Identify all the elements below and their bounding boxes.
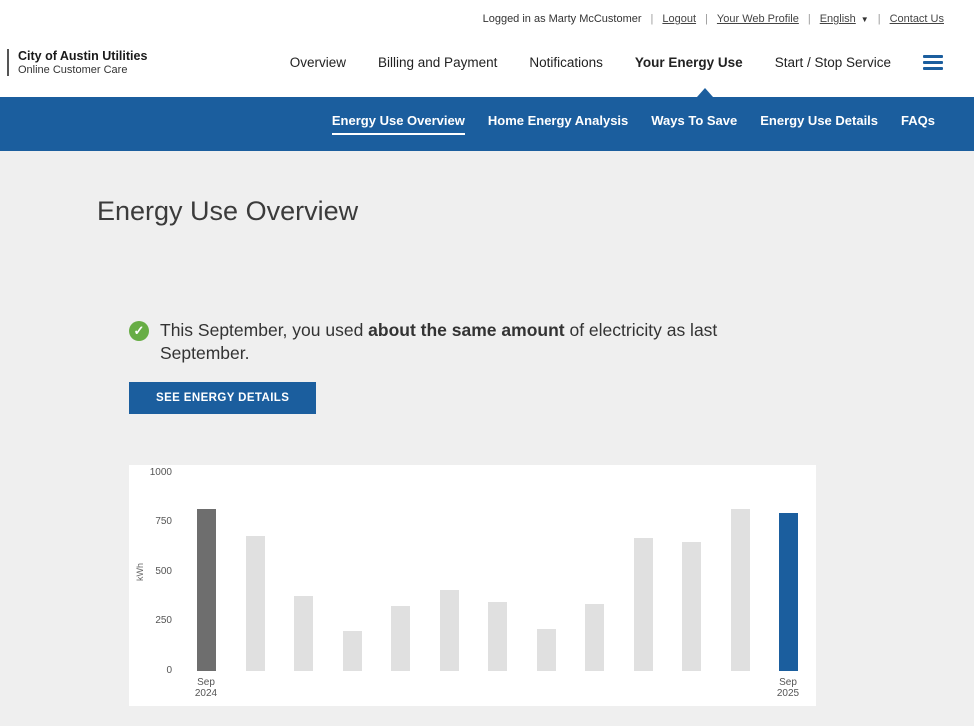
logo[interactable]: City of Austin Utilities Online Customer… — [7, 49, 147, 76]
x-axis-label-last: Sep 2025 — [762, 677, 814, 700]
chart-bar-mar-2025 — [488, 602, 507, 671]
nav-your-energy-use[interactable]: Your Energy Use — [635, 55, 743, 70]
subnav-energy-use-details[interactable]: Energy Use Details — [760, 113, 878, 135]
chart-bar-apr-2025 — [537, 629, 556, 671]
page: Logged in as Marty McCustomer | Logout |… — [0, 0, 974, 726]
y-axis-tick: 0 — [129, 665, 172, 676]
menu-icon[interactable] — [923, 55, 943, 70]
logo-subtitle: Online Customer Care — [18, 64, 147, 76]
nav-overview[interactable]: Overview — [290, 55, 346, 70]
separator: | — [878, 13, 881, 25]
nav-billing-and-payment[interactable]: Billing and Payment — [378, 55, 497, 70]
y-axis-tick: 250 — [129, 615, 172, 626]
usage-summary-text: This September, you used about the same … — [160, 319, 774, 365]
separator: | — [651, 13, 654, 25]
chart-bar-dec-2024 — [343, 631, 362, 671]
separator: | — [808, 13, 811, 25]
web-profile-link[interactable]: Your Web Profile — [717, 13, 799, 25]
energy-use-subnav: Energy Use Overview Home Energy Analysis… — [0, 97, 974, 151]
y-axis-tick: 1000 — [129, 467, 172, 478]
logged-in-text: Logged in as Marty McCustomer — [483, 13, 642, 25]
logout-link[interactable]: Logout — [662, 13, 696, 25]
usage-summary-highlight: about the same amount — [368, 320, 564, 340]
language-selector[interactable]: English ▼ — [820, 13, 869, 25]
subnav-energy-use-overview[interactable]: Energy Use Overview — [332, 113, 465, 135]
language-link[interactable]: English — [820, 13, 856, 25]
chart-bar-sep-2024 — [197, 509, 216, 671]
separator: | — [705, 13, 708, 25]
site-header: Logged in as Marty McCustomer | Logout |… — [0, 0, 974, 97]
logo-title: City of Austin Utilities — [18, 49, 147, 63]
page-title: Energy Use Overview — [97, 196, 974, 227]
usage-summary-message: ✓ This September, you used about the sam… — [129, 319, 774, 365]
main-content: Energy Use Overview ✓ This September, yo… — [0, 151, 974, 706]
y-axis-tick: 500 — [129, 566, 172, 577]
nav-start-stop-service[interactable]: Start / Stop Service — [775, 55, 891, 70]
nav-notifications[interactable]: Notifications — [529, 55, 603, 70]
y-axis-tick: 750 — [129, 516, 172, 527]
chart-bar-aug-2025 — [731, 509, 750, 671]
subnav-ways-to-save[interactable]: Ways To Save — [651, 113, 737, 135]
chart-bar-nov-2024 — [294, 596, 313, 671]
chart-bar-jun-2025 — [634, 538, 653, 671]
utility-topbar: Logged in as Marty McCustomer | Logout |… — [0, 0, 974, 28]
subnav-home-energy-analysis[interactable]: Home Energy Analysis — [488, 113, 628, 135]
chart-bar-sep-2025 — [779, 513, 798, 671]
check-icon: ✓ — [129, 321, 149, 341]
contact-us-link[interactable]: Contact Us — [890, 13, 944, 25]
chart-bar-feb-2025 — [440, 590, 459, 671]
energy-use-chart: kWh 02505007501000 Sep 2024 Sep 2025 — [129, 465, 816, 706]
chart-plot-area — [197, 473, 798, 671]
caret-up-icon — [697, 88, 713, 97]
chevron-down-icon[interactable]: ▼ — [861, 15, 869, 24]
chart-bar-jan-2025 — [391, 606, 410, 671]
subnav-faqs[interactable]: FAQs — [901, 113, 935, 135]
chart-bar-may-2025 — [585, 604, 604, 671]
x-axis-label-first: Sep 2024 — [180, 677, 232, 700]
header-main: City of Austin Utilities Online Customer… — [0, 28, 974, 97]
chart-bar-jul-2025 — [682, 542, 701, 671]
see-energy-details-button[interactable]: SEE ENERGY DETAILS — [129, 382, 316, 414]
chart-bar-oct-2024 — [246, 536, 265, 671]
main-navigation: Overview Billing and Payment Notificatio… — [290, 55, 943, 70]
